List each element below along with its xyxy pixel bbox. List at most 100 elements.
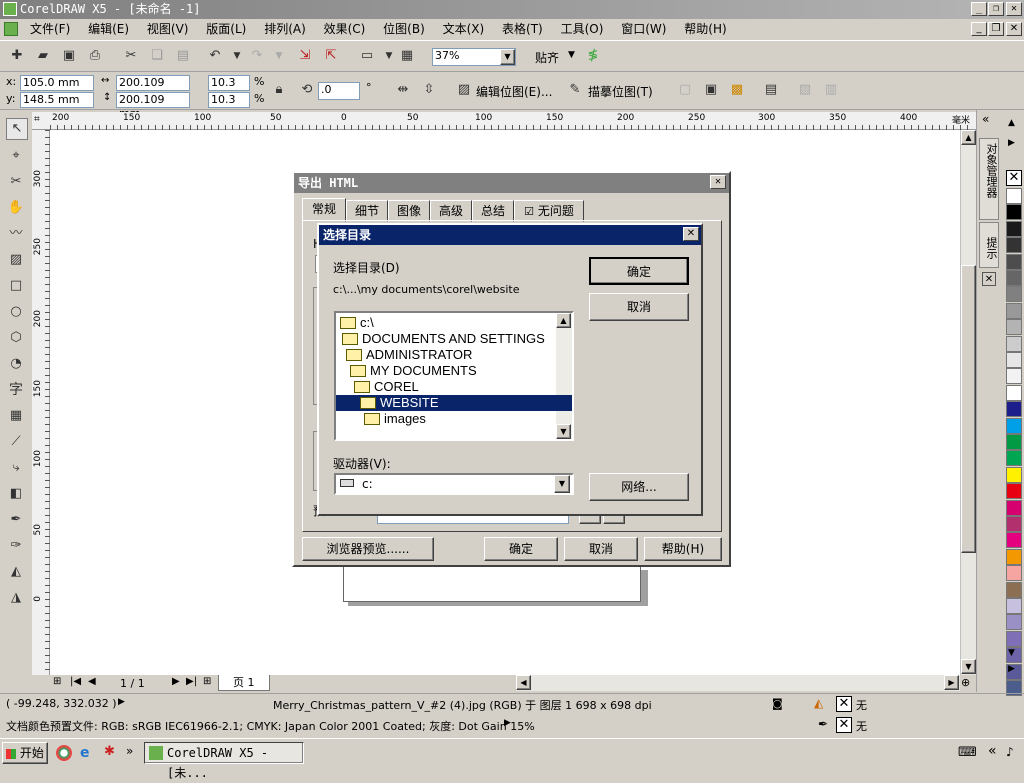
- color-swatch[interactable]: [1006, 384, 1022, 401]
- speaker-icon[interactable]: ♪: [1006, 745, 1014, 759]
- directory-dialog-close-button[interactable]: ✕: [683, 227, 699, 241]
- scroll-up-icon[interactable]: ▲: [961, 130, 976, 145]
- ruler-origin-icon[interactable]: ⌗: [34, 114, 40, 125]
- crop-tool-icon[interactable]: ✂: [6, 172, 26, 192]
- basic-shapes-tool-icon[interactable]: ◔: [6, 354, 26, 374]
- ie-icon[interactable]: e: [80, 745, 96, 761]
- palette-flyout-icon[interactable]: ▶: [1008, 138, 1015, 148]
- palette-scroll-down-icon[interactable]: ▼: [1008, 648, 1015, 658]
- color-swatch[interactable]: [1006, 204, 1022, 221]
- undo-icon[interactable]: ↶: [206, 47, 224, 65]
- blend-tool-icon[interactable]: ◧: [6, 484, 26, 504]
- restore-button[interactable]: ❐: [988, 2, 1004, 16]
- menu-view[interactable]: 视图(V): [147, 22, 189, 36]
- outline-tool-icon[interactable]: ✑: [6, 536, 26, 556]
- color-swatch[interactable]: [1006, 483, 1022, 500]
- color-swatch[interactable]: [1006, 352, 1022, 368]
- menu-help[interactable]: 帮助(H): [684, 22, 726, 36]
- last-page-icon[interactable]: ▶|: [186, 676, 197, 687]
- mirror-horizontal-icon[interactable]: ⇹: [394, 81, 412, 99]
- launcher-dropdown-icon[interactable]: ▼: [380, 47, 398, 65]
- rotation-angle-input[interactable]: .0: [318, 82, 360, 100]
- close-button[interactable]: ✕: [1006, 2, 1022, 16]
- wrap-text-icon[interactable]: ▧: [796, 81, 814, 99]
- pan-tool-icon[interactable]: ✋: [6, 198, 26, 218]
- color-swatch[interactable]: [1006, 548, 1022, 565]
- menu-tools[interactable]: 工具(O): [561, 22, 604, 36]
- snap-dropdown-icon[interactable]: ▼: [568, 50, 575, 60]
- tab-general[interactable]: 常规: [302, 198, 346, 222]
- menu-file[interactable]: 文件(F): [30, 22, 70, 36]
- fill-tool-icon[interactable]: ◭: [6, 562, 26, 582]
- palette-options-icon[interactable]: ▶: [1008, 664, 1015, 674]
- color-swatch[interactable]: [1006, 450, 1022, 467]
- color-swatch[interactable]: [1006, 302, 1022, 319]
- edit-bitmap-button[interactable]: 编辑位图(E)...: [476, 83, 552, 100]
- profile-arrow-icon[interactable]: ▶: [504, 718, 511, 728]
- menu-effects[interactable]: 效果(C): [324, 22, 366, 36]
- shape-tool-icon[interactable]: ⌖: [6, 146, 26, 166]
- link-icon[interactable]: ▤: [762, 81, 780, 99]
- tab-details[interactable]: 细节: [346, 200, 388, 222]
- color-swatch[interactable]: [1006, 565, 1022, 582]
- smart-fill-tool-icon[interactable]: ▨: [6, 250, 26, 270]
- ellipse-tool-icon[interactable]: ○: [6, 302, 26, 322]
- start-button[interactable]: 开始: [2, 742, 48, 764]
- freehand-tool-icon[interactable]: 〰: [6, 224, 26, 244]
- scroll-right-icon[interactable]: ▶: [944, 675, 959, 690]
- color-swatch[interactable]: [1006, 466, 1022, 483]
- color-swatch[interactable]: [1006, 434, 1022, 450]
- next-page-icon[interactable]: ▶: [172, 676, 180, 687]
- dimension-tool-icon[interactable]: ⟋: [6, 432, 26, 452]
- menu-window[interactable]: 窗口(W): [621, 22, 666, 36]
- scale-height-input[interactable]: 10.3: [208, 92, 250, 108]
- color-swatch[interactable]: [1006, 614, 1022, 631]
- export-icon[interactable]: ⇱: [322, 47, 340, 65]
- export-dialog-close-button[interactable]: ✕: [710, 175, 726, 189]
- drive-select[interactable]: c: ▼: [334, 473, 574, 495]
- scroll-thumb[interactable]: [961, 265, 976, 553]
- open-folder-icon[interactable]: ▰: [34, 47, 52, 65]
- menu-text[interactable]: 文本(X): [443, 22, 485, 36]
- color-swatch[interactable]: [1006, 319, 1022, 336]
- tree-item[interactable]: c:\: [336, 315, 374, 331]
- redo-dropdown-icon[interactable]: ▼: [270, 47, 288, 65]
- application-launcher-icon[interactable]: ▭: [358, 47, 376, 65]
- tab-advanced[interactable]: 高级: [430, 200, 472, 222]
- doc-restore-button[interactable]: ❐: [988, 22, 1004, 36]
- polygon-tool-icon[interactable]: ⬡: [6, 328, 26, 348]
- cut-icon[interactable]: ✂: [122, 47, 140, 65]
- horizontal-scrollbar[interactable]: ◀ ▶: [516, 675, 960, 691]
- directory-cancel-button[interactable]: 取消: [589, 293, 689, 321]
- browser-icon[interactable]: [56, 745, 72, 761]
- redo-icon[interactable]: ↷: [248, 47, 266, 65]
- network-button[interactable]: 网络...: [589, 473, 689, 501]
- options-icon[interactable]: ≸: [584, 47, 602, 65]
- table-tool-icon[interactable]: ▦: [6, 406, 26, 426]
- tab-images[interactable]: 图像: [388, 200, 430, 222]
- text-tool-icon[interactable]: 字: [6, 380, 26, 400]
- chevron-down-icon[interactable]: ▼: [500, 49, 515, 65]
- color-swatch[interactable]: [1006, 581, 1022, 598]
- menu-table[interactable]: 表格(T): [502, 22, 543, 36]
- coords-arrow-icon[interactable]: ▶: [118, 697, 125, 707]
- color-swatch[interactable]: [1006, 335, 1022, 352]
- welcome-screen-icon[interactable]: ▦: [398, 47, 416, 65]
- quick-launch-more-icon[interactable]: »: [126, 744, 133, 758]
- connector-tool-icon[interactable]: ⤷: [6, 458, 26, 478]
- doc-close-button[interactable]: ✕: [1006, 22, 1022, 36]
- keyboard-icon[interactable]: ⌨: [958, 745, 977, 760]
- edit-bitmap-icon[interactable]: ▨: [455, 81, 473, 99]
- color-swatch[interactable]: [1006, 286, 1022, 303]
- doc-minimize-button[interactable]: _: [971, 22, 987, 36]
- export-ok-button[interactable]: 确定: [484, 537, 558, 561]
- scale-width-input[interactable]: 10.3: [208, 75, 250, 91]
- scroll-left-icon[interactable]: ◀: [516, 675, 531, 690]
- color-swatch[interactable]: [1006, 368, 1022, 385]
- crop-bitmap-icon[interactable]: ▣: [702, 81, 720, 99]
- color-swatch[interactable]: [1006, 188, 1022, 204]
- tree-item[interactable]: COREL: [336, 379, 419, 395]
- paste-icon[interactable]: ▤: [174, 47, 192, 65]
- new-document-icon[interactable]: ✚: [8, 47, 26, 65]
- trace-bitmap-icon[interactable]: ✎: [566, 81, 584, 99]
